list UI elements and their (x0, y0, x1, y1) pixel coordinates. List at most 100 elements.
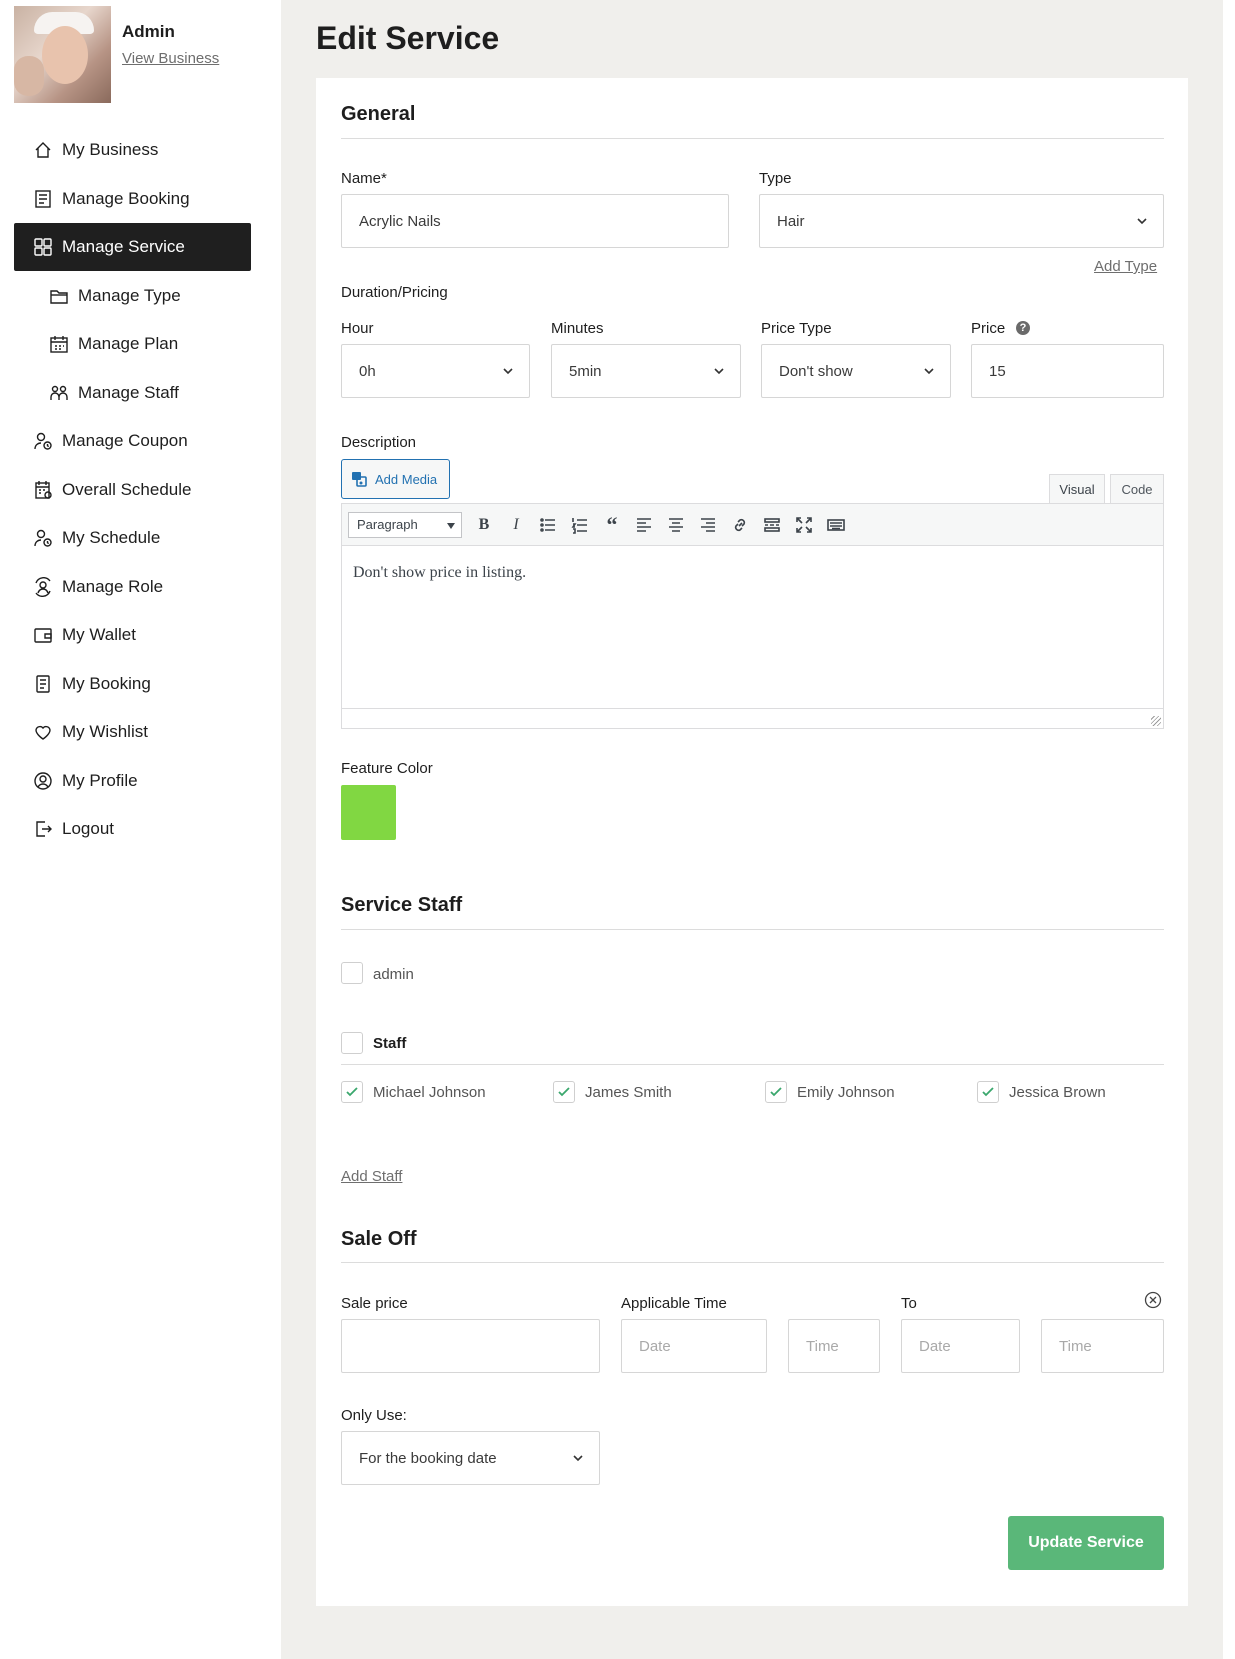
price-label: Price (971, 320, 1006, 337)
grid-icon (32, 236, 54, 258)
general-section-title: General (341, 103, 416, 125)
clear-circle-icon[interactable] (1144, 1291, 1162, 1309)
name-input[interactable]: Acrylic Nails (341, 194, 729, 248)
link-icon[interactable] (724, 509, 756, 541)
sidebar-item-manage-staff[interactable]: Manage Staff (14, 369, 251, 417)
staff-group-icon (48, 382, 70, 404)
staff-checkbox-label: Staff (373, 1035, 407, 1052)
only-use-select[interactable]: For the booking date (341, 1431, 600, 1485)
align-left-icon[interactable] (628, 509, 660, 541)
price-input[interactable]: 15 (971, 344, 1164, 398)
help-icon[interactable]: ? (1016, 321, 1030, 335)
home-icon (32, 139, 54, 161)
update-service-button[interactable]: Update Service (1008, 1516, 1164, 1570)
description-label: Description (341, 434, 417, 451)
sidebar-item-logout[interactable]: Logout (14, 805, 251, 853)
start-date-input[interactable]: Date (621, 1319, 767, 1373)
add-type-link[interactable]: Add Type (1094, 258, 1157, 275)
sidebar-item-manage-coupon[interactable]: Manage Coupon (14, 417, 251, 465)
format-select[interactable]: Paragraph (348, 511, 462, 538)
sidebar-item-label: Manage Coupon (62, 431, 188, 450)
feature-color-swatch[interactable] (341, 785, 396, 840)
align-right-icon[interactable] (692, 509, 724, 541)
staff-member-checkbox[interactable] (553, 1081, 575, 1103)
sidebar-item-manage-plan[interactable]: Manage Plan (14, 320, 251, 368)
staff-member-label: James Smith (585, 1084, 672, 1101)
type-label: Type (759, 170, 792, 187)
add-media-button[interactable]: Add Media (341, 459, 450, 499)
blockquote-icon[interactable]: “ (596, 509, 628, 541)
tab-code[interactable]: Code (1110, 474, 1164, 503)
applicable-time-label: Applicable Time (621, 1295, 727, 1312)
check-icon (346, 1087, 358, 1097)
resize-handle-icon[interactable] (1151, 716, 1161, 726)
sidebar-item-label: Manage Type (78, 285, 181, 305)
sidebar-item-label: Manage Role (62, 576, 164, 596)
logout-icon (32, 818, 54, 840)
hour-select[interactable]: 0h (341, 344, 530, 398)
user-cycle-icon (32, 576, 54, 598)
read-more-icon[interactable] (756, 509, 788, 541)
start-time-input[interactable]: Time (788, 1319, 880, 1373)
only-use-label: Only Use: (341, 1407, 407, 1424)
sidebar-item-label: Manage Booking (62, 188, 190, 208)
sidebar-item-overall-schedule[interactable]: Overall Schedule (14, 466, 251, 514)
type-select[interactable]: Hair (759, 194, 1164, 248)
sidebar-item-label: My Schedule (62, 528, 161, 547)
right-margin (1223, 0, 1235, 1659)
admin-checkbox[interactable] (341, 962, 363, 984)
price-type-select[interactable]: Don't show (761, 344, 951, 398)
sidebar-item-my-booking[interactable]: My Booking (14, 660, 251, 708)
sidebar-item-my-wallet[interactable]: My Wallet (14, 611, 251, 659)
sale-price-label: Sale price (341, 1295, 408, 1312)
sidebar-item-manage-type[interactable]: Manage Type (14, 272, 251, 320)
bullet-list-icon[interactable] (532, 509, 564, 541)
type-select-value: Hair (777, 212, 805, 230)
profile (14, 6, 111, 103)
sidebar-item-label: My Wallet (62, 625, 136, 644)
italic-icon[interactable]: I (500, 509, 532, 541)
format-select-value: Paragraph (357, 517, 418, 532)
to-label: To (901, 1295, 917, 1312)
sidebar-item-manage-booking[interactable]: Manage Booking (14, 175, 251, 223)
staff-member-checkbox[interactable] (341, 1081, 363, 1103)
sidebar-item-my-profile[interactable]: My Profile (14, 757, 251, 805)
end-time-input[interactable]: Time (1041, 1319, 1164, 1373)
minutes-select[interactable]: 5min (551, 344, 741, 398)
description-editor[interactable]: Paragraph B I “ Don't show price in list… (341, 503, 1164, 729)
end-date-input[interactable]: Date (901, 1319, 1020, 1373)
staff-member-label: Emily Johnson (797, 1084, 895, 1101)
add-staff-link[interactable]: Add Staff (341, 1168, 402, 1185)
sidebar-item-manage-role[interactable]: Manage Role (14, 563, 251, 611)
staff-member-checkbox[interactable] (765, 1081, 787, 1103)
tab-visual[interactable]: Visual (1049, 474, 1105, 503)
staff-member-checkbox[interactable] (977, 1081, 999, 1103)
wallet-icon (32, 624, 54, 646)
profile-name: Admin (122, 22, 175, 41)
fullscreen-icon[interactable] (788, 509, 820, 541)
edit-service-card (316, 78, 1188, 1606)
sidebar-item-label: My Business (62, 140, 159, 159)
page-title: Edit Service (316, 20, 500, 56)
align-center-icon[interactable] (660, 509, 692, 541)
only-use-select-value: For the booking date (359, 1449, 497, 1467)
sidebar-item-my-wishlist[interactable]: My Wishlist (14, 708, 251, 756)
keyboard-icon[interactable] (820, 509, 852, 541)
sidebar-item-my-schedule[interactable]: My Schedule (14, 514, 251, 562)
sidebar-item-manage-service[interactable]: Manage Service (14, 223, 251, 271)
sidebar-item-label: My Booking (62, 673, 151, 693)
hour-select-value: 0h (359, 362, 376, 380)
user-circle-icon (32, 770, 54, 792)
name-label: Name* (341, 170, 387, 187)
sale-price-input[interactable] (341, 1319, 600, 1373)
service-staff-section-title: Service Staff (341, 894, 463, 916)
view-business-link[interactable]: View Business (122, 50, 219, 67)
sidebar-item-my-business[interactable]: My Business (14, 126, 251, 174)
check-icon (770, 1087, 782, 1097)
divider (341, 929, 1164, 930)
bold-icon[interactable]: B (468, 509, 500, 541)
numbered-list-icon[interactable] (564, 509, 596, 541)
chevron-down-icon (501, 364, 515, 378)
duration-pricing-label: Duration/Pricing (341, 284, 448, 301)
staff-checkbox[interactable] (341, 1032, 363, 1054)
